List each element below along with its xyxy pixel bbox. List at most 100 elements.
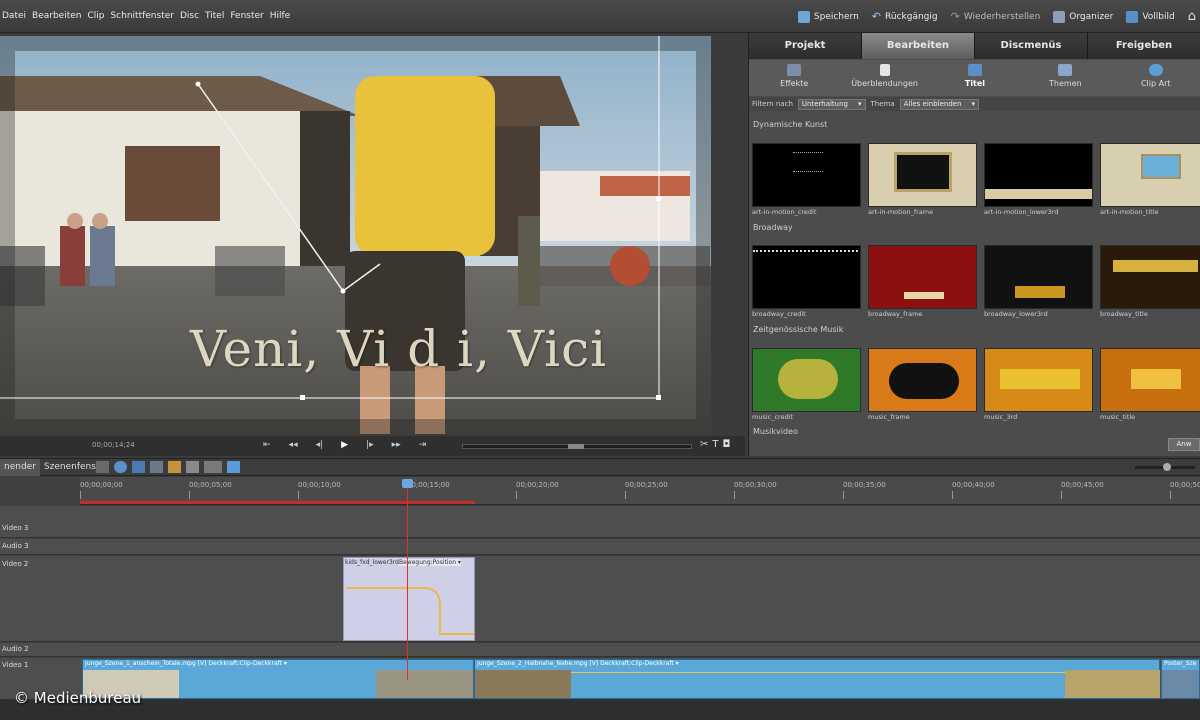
marker-flag-icon[interactable] [227, 461, 240, 473]
work-area-bar[interactable] [80, 501, 475, 504]
apply-button[interactable]: Anw [1168, 438, 1200, 451]
fullscreen-button[interactable]: Vollbild [1126, 10, 1175, 23]
filter-select[interactable]: Unterhaltung ▾ [797, 98, 866, 110]
playhead-handle[interactable] [402, 479, 413, 488]
video-clip[interactable]: Poster_Sze [1161, 659, 1200, 699]
clip-thumbnail [376, 670, 473, 698]
tab-freigeben[interactable]: Freigeben [1088, 33, 1200, 59]
title-template-thumb[interactable] [868, 348, 977, 412]
subtab-themen[interactable]: Themen [1030, 60, 1100, 96]
thumb-caption: broadway_title [1100, 310, 1148, 318]
organizer-icon [1053, 10, 1066, 23]
timecode-display[interactable]: 00;00;14;24 [92, 441, 135, 449]
theme-label: Thema [870, 100, 895, 108]
menu-hilfe[interactable]: Hilfe [270, 11, 290, 21]
playhead[interactable] [402, 479, 413, 680]
category-label: Musikvideo [753, 427, 798, 436]
track-audio-3[interactable]: Audio 3 [0, 539, 1200, 555]
step-back-icon[interactable]: ◂◂ [289, 440, 298, 450]
title-template-thumb[interactable] [752, 143, 861, 207]
track-audio-2[interactable]: Audio 2 [0, 643, 1200, 657]
title-template-thumb[interactable] [752, 348, 861, 412]
track-video-1[interactable]: Video 1 Junge_Szene_1_anschein_Totale.mp… [0, 658, 1200, 700]
frame-back-icon[interactable]: ◂| [316, 440, 324, 450]
title-overlay-text[interactable]: Veni, Vi d i, Vici [190, 320, 607, 378]
menu-bearbeiten[interactable]: Bearbeiten [32, 11, 81, 21]
transitions-icon [879, 64, 890, 76]
video-clip[interactable]: Junge_Szene_2_Halbnahe_Nahe.mpg [V] Deck… [474, 659, 1160, 699]
title-template-thumb[interactable] [1100, 245, 1200, 309]
opacity-line[interactable] [571, 672, 1065, 673]
text-tool-icon[interactable]: T [712, 439, 718, 450]
shuttle-bar[interactable] [462, 444, 692, 449]
play-icon[interactable]: ▶ [341, 440, 348, 450]
subtab-effekte[interactable]: Effekte [759, 60, 829, 96]
ruler-label: 00;00;40;00 [952, 481, 995, 489]
goto-out-icon[interactable]: ⇥ [419, 440, 427, 450]
tab-timeline[interactable]: nender [0, 459, 40, 476]
title-template-thumb[interactable] [984, 143, 1093, 207]
marker-icon[interactable] [132, 461, 145, 473]
category-label: Broadway [753, 223, 793, 232]
menu-datei[interactable]: Datei [2, 11, 26, 21]
frame-forward-icon[interactable]: |▸ [366, 440, 374, 450]
ruler-tick [80, 491, 81, 499]
title-template-thumb[interactable] [984, 348, 1093, 412]
smartfix-icon[interactable] [114, 461, 127, 473]
track-video-3[interactable]: Video 3 [0, 506, 1200, 538]
preview-monitor[interactable]: Veni, Vi d i, Vici [0, 36, 711, 434]
zoom-handle[interactable] [1163, 463, 1171, 471]
ruler-label: 00;00;15;00 [407, 481, 450, 489]
home-button[interactable]: ⌂ [1188, 9, 1196, 24]
menu-fenster[interactable]: Fenster [230, 11, 263, 21]
subtab-ueberblendungen[interactable]: Überblendungen [850, 60, 920, 96]
organizer-button[interactable]: Organizer [1053, 10, 1113, 23]
goto-in-icon[interactable]: ⇤ [263, 440, 271, 450]
title-template-thumb[interactable] [1100, 348, 1200, 412]
scissors-icon[interactable]: ✂ [700, 439, 708, 450]
subtab-titel[interactable]: Titel [940, 60, 1010, 96]
video-clip-name: Poster_Sze [1164, 660, 1197, 667]
snapshot-icon[interactable]: ◘ [723, 439, 731, 450]
menu-disc[interactable]: Disc [180, 11, 199, 21]
motion-track-icon[interactable] [150, 461, 163, 473]
title-template-thumb[interactable] [752, 245, 861, 309]
freeze-frame-icon[interactable] [186, 461, 199, 473]
menu-clip[interactable]: Clip [87, 11, 104, 21]
home-icon: ⌂ [1187, 9, 1196, 24]
ruler-tick [625, 491, 626, 499]
menu-bar: Datei Bearbeiten Clip Schnittfenster Dis… [2, 11, 290, 21]
title-clip[interactable]: kids_fxd_lower3rd Bewegung:Position ▾ [343, 557, 475, 641]
ruler-tick [952, 491, 953, 499]
title-template-thumb[interactable] [1100, 143, 1200, 207]
title-template-thumb[interactable] [984, 245, 1093, 309]
clip-thumbnail [1162, 670, 1199, 698]
track-video-2[interactable]: Video 2 kids_fxd_lower3rd Bewegung:Posit… [0, 556, 1200, 642]
tab-discmenues[interactable]: Discmenüs [975, 33, 1088, 59]
effects-icon [787, 64, 802, 76]
select-tool-icon[interactable] [96, 461, 109, 473]
menu-schnittfenster[interactable]: Schnittfenster [110, 11, 174, 21]
timeline-ruler[interactable]: 00;00;00;00 00;00;05;00 00;00;10;00 00;00;1… [80, 477, 1200, 505]
subtab-clipart[interactable]: Clip Art [1121, 60, 1191, 96]
smart-trim-icon[interactable] [168, 461, 181, 473]
redo-button[interactable]: ↷ Wiederherstellen [951, 10, 1041, 23]
category-label: Zeitgenössische Musik [753, 325, 844, 334]
ruler-tick [1061, 491, 1062, 499]
title-template-thumb[interactable] [868, 143, 977, 207]
undo-icon: ↶ [871, 10, 882, 23]
clipart-icon [1148, 64, 1163, 76]
shuttle-handle[interactable] [568, 444, 584, 449]
keyframe-curve[interactable] [344, 558, 476, 642]
save-button[interactable]: Speichern [797, 10, 859, 23]
undo-button[interactable]: ↶ Rückgängig [872, 10, 938, 23]
zoom-slider[interactable] [1135, 463, 1195, 471]
tab-projekt[interactable]: Projekt [749, 33, 862, 59]
title-template-thumb[interactable] [868, 245, 977, 309]
audio-mixer-icon[interactable] [204, 461, 222, 473]
theme-select[interactable]: Alles einblenden ▾ [899, 98, 980, 110]
step-forward-icon[interactable]: ▸▸ [392, 440, 401, 450]
menu-titel[interactable]: Titel [205, 11, 224, 21]
tab-bearbeiten[interactable]: Bearbeiten [862, 33, 975, 59]
thumb-caption: art-in-motion_frame [868, 208, 934, 216]
